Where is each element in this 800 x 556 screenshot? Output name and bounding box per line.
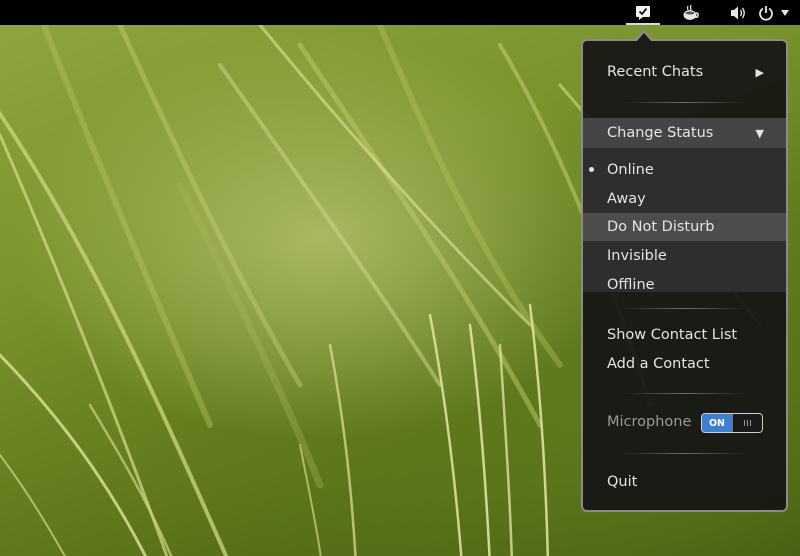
status-option-away[interactable]: Away bbox=[583, 185, 786, 213]
status-option-label: Away bbox=[607, 191, 646, 207]
quit-label: Quit bbox=[607, 474, 638, 490]
volume-icon bbox=[731, 6, 745, 20]
separator bbox=[623, 453, 746, 454]
coffee-icon bbox=[683, 4, 699, 20]
active-indicator bbox=[626, 23, 660, 25]
toggle-knob bbox=[732, 414, 762, 432]
status-option-do-not-disturb[interactable]: Do Not Disturb bbox=[583, 213, 786, 241]
show-contact-list-label: Show Contact List bbox=[607, 327, 738, 343]
menu-item-quit[interactable]: Quit bbox=[583, 468, 786, 496]
status-option-offline[interactable]: Offline bbox=[583, 271, 786, 299]
status-option-online[interactable]: Online bbox=[583, 156, 786, 184]
power-tray-button[interactable] bbox=[754, 2, 794, 24]
microphone-label: Microphone bbox=[607, 414, 692, 430]
microphone-toggle[interactable]: ON bbox=[701, 413, 763, 433]
status-option-invisible[interactable]: Invisible bbox=[583, 242, 786, 270]
menu-item-show-contact-list[interactable]: Show Contact List bbox=[583, 321, 786, 349]
separator bbox=[623, 393, 746, 394]
separator bbox=[623, 102, 746, 103]
empathy-status-menu: Recent Chats ▶ Change Status ▼ Online Aw… bbox=[581, 39, 788, 512]
menu-item-recent-chats[interactable]: Recent Chats ▶ bbox=[583, 58, 786, 86]
recent-chats-label: Recent Chats bbox=[607, 64, 704, 80]
chevron-down-icon: ▼ bbox=[755, 126, 764, 140]
add-contact-label: Add a Contact bbox=[607, 356, 710, 372]
status-option-label: Online bbox=[607, 162, 654, 178]
menu-item-add-contact[interactable]: Add a Contact bbox=[583, 350, 786, 378]
status-option-label: Invisible bbox=[607, 248, 667, 264]
top-panel bbox=[0, 0, 800, 25]
menu-pointer-arrow-fill bbox=[637, 33, 651, 41]
chevron-down-icon bbox=[781, 10, 789, 16]
status-submenu: Online Away Do Not Disturb Invisible Off… bbox=[583, 148, 786, 293]
empathy-chat-tray-button[interactable] bbox=[624, 2, 662, 25]
menu-item-change-status[interactable]: Change Status ▼ bbox=[583, 118, 786, 148]
chevron-right-icon: ▶ bbox=[755, 65, 764, 79]
status-option-label: Do Not Disturb bbox=[607, 219, 715, 235]
selected-dot-icon bbox=[589, 167, 594, 172]
power-icon bbox=[759, 6, 773, 21]
status-option-label: Offline bbox=[607, 277, 655, 293]
separator bbox=[623, 308, 746, 309]
empathy-chat-icon bbox=[636, 6, 650, 20]
toggle-on-label: ON bbox=[702, 414, 732, 432]
volume-tray-button[interactable] bbox=[726, 2, 752, 24]
change-status-label: Change Status bbox=[607, 125, 714, 141]
caffeine-tray-button[interactable] bbox=[678, 2, 704, 24]
